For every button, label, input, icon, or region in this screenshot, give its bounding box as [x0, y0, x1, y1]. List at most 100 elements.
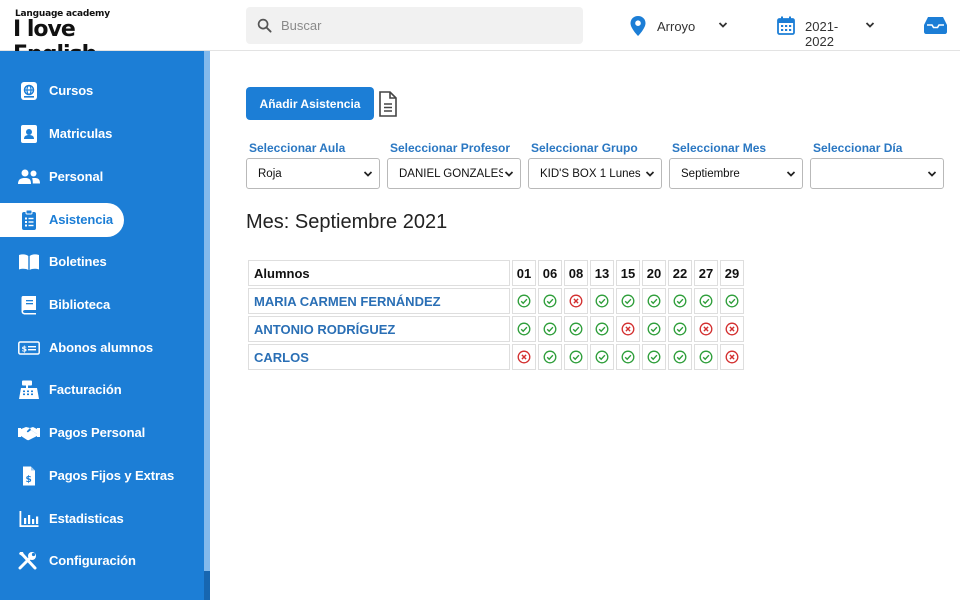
book-icon: [21, 296, 36, 315]
search-input[interactable]: Buscar: [246, 7, 583, 44]
sidebar-item-configuracion[interactable]: Configuración: [0, 544, 136, 578]
attendance-cell[interactable]: [564, 316, 588, 342]
attendance-cell[interactable]: [720, 288, 744, 314]
attendance-cell[interactable]: [564, 288, 588, 314]
users-icon: [18, 169, 40, 184]
filter-profesor: Seleccionar Profesor DANIEL GONZALES: [387, 141, 521, 189]
sidebar-item-label: Configuración: [49, 553, 136, 568]
x-circle-icon: [725, 350, 739, 364]
select-value: DANIEL GONZALES: [399, 168, 503, 180]
attendance-cell[interactable]: [720, 316, 744, 342]
sidebar-item-biblioteca[interactable]: Biblioteca: [0, 288, 124, 322]
filter-label: Seleccionar Día: [813, 141, 903, 155]
check-circle-icon: [621, 350, 635, 364]
students-column-header: Alumnos: [248, 260, 510, 286]
x-circle-icon: [725, 322, 739, 336]
sidebar-item-boletines[interactable]: Boletines: [0, 245, 124, 279]
attendance-cell[interactable]: [538, 344, 562, 370]
student-name-link[interactable]: CARLOS: [248, 344, 510, 370]
sidebar-item-cursos[interactable]: Cursos: [0, 74, 124, 108]
check-circle-icon: [699, 294, 713, 308]
filter-label: Seleccionar Mes: [672, 141, 767, 155]
attendance-cell[interactable]: [668, 344, 692, 370]
cash-register-icon: [19, 380, 39, 399]
attendance-cell[interactable]: [616, 316, 640, 342]
svg-text:$: $: [22, 345, 28, 354]
chevron-down-icon: [504, 171, 514, 177]
check-circle-icon: [569, 322, 583, 336]
bar-chart-icon: [19, 511, 39, 527]
check-circle-icon: [517, 322, 531, 336]
day-column-header: 27: [694, 260, 718, 286]
inbox-icon[interactable]: [924, 16, 947, 34]
aula-select[interactable]: Roja: [246, 158, 380, 189]
student-name-link[interactable]: ANTONIO RODRÍGUEZ: [248, 316, 510, 342]
student-name-link[interactable]: MARIA CARMEN FERNÁNDEZ: [248, 288, 510, 314]
chevron-down-icon: [786, 171, 796, 177]
mes-select[interactable]: Septiembre: [669, 158, 803, 189]
brand-logo[interactable]: Language academy I love English: [13, 9, 153, 67]
attendance-cell[interactable]: [694, 288, 718, 314]
sidebar-item-label: Estadisticas: [49, 511, 124, 526]
attendance-cell[interactable]: [512, 316, 536, 342]
sidebar-item-facturacion[interactable]: Facturación: [0, 373, 124, 407]
chevron-down-icon: [363, 171, 373, 177]
attendance-cell[interactable]: [694, 316, 718, 342]
attendance-cell[interactable]: [616, 288, 640, 314]
sidebar-item-pagos-personal[interactable]: Pagos Personal: [0, 416, 145, 450]
check-circle-icon: [543, 294, 557, 308]
sidebar-item-label: Biblioteca: [49, 297, 111, 312]
attendance-cell[interactable]: [616, 344, 640, 370]
svg-text:$: $: [26, 475, 32, 485]
table-body: MARIA CARMEN FERNÁNDEZ ANTONIO RODRÍGUEZ C…: [248, 288, 744, 370]
attendance-cell[interactable]: [564, 344, 588, 370]
table-row: MARIA CARMEN FERNÁNDEZ: [248, 288, 744, 314]
dia-select[interactable]: [810, 158, 944, 189]
sidebar-item-abonos-alumnos[interactable]: $ Abonos alumnos: [0, 331, 153, 365]
sidebar-item-estadisticas[interactable]: Estadisticas: [0, 502, 124, 536]
sidebar-item-pagos-fijos-extras[interactable]: $ Pagos Fijos y Extras: [0, 459, 174, 493]
table-row: ANTONIO RODRÍGUEZ: [248, 316, 744, 342]
sidebar-item-label: Asistencia: [49, 212, 114, 227]
check-circle-icon: [673, 322, 687, 336]
check-circle-icon: [543, 322, 557, 336]
attendance-cell[interactable]: [694, 344, 718, 370]
attendance-cell[interactable]: [720, 344, 744, 370]
sidebar-item-personal[interactable]: Personal: [0, 160, 124, 194]
attendance-table: Alumnos 01 06 08 13 15 20 22 27 29 MARIA CARMEN …: [246, 258, 746, 372]
profesor-select[interactable]: DANIEL GONZALES: [387, 158, 521, 189]
filter-aula: Seleccionar Aula Roja: [246, 141, 380, 189]
attendance-cell[interactable]: [538, 288, 562, 314]
attendance-cell[interactable]: [668, 316, 692, 342]
day-column-header: 29: [720, 260, 744, 286]
check-circle-icon: [595, 322, 609, 336]
attendance-cell[interactable]: [590, 288, 614, 314]
chevron-down-icon: [927, 171, 937, 177]
attendance-cell[interactable]: [512, 344, 536, 370]
select-value: Roja: [258, 168, 282, 180]
attendance-cell[interactable]: [642, 288, 666, 314]
check-circle-icon: [595, 350, 609, 364]
check-circle-icon: [647, 322, 661, 336]
attendance-cell[interactable]: [642, 316, 666, 342]
attendance-cell[interactable]: [538, 316, 562, 342]
attendance-cell[interactable]: [590, 344, 614, 370]
attendance-cell[interactable]: [590, 316, 614, 342]
document-icon[interactable]: [377, 91, 399, 117]
grupo-select[interactable]: KID'S BOX 1 Lunes: [528, 158, 662, 189]
sidebar-item-label: Pagos Personal: [49, 425, 146, 440]
attendance-cell[interactable]: [642, 344, 666, 370]
invoice-dollar-icon: $: [23, 466, 35, 486]
check-circle-icon: [647, 350, 661, 364]
add-attendance-button[interactable]: Añadir Asistencia: [246, 87, 374, 120]
chevron-down-icon: [865, 22, 875, 28]
map-marker-icon: [630, 16, 646, 36]
sidebar-item-matriculas[interactable]: Matriculas: [0, 117, 124, 151]
attendance-cell[interactable]: [512, 288, 536, 314]
sidebar-item-label: Abonos alumnos: [49, 340, 154, 355]
attendance-cell[interactable]: [668, 288, 692, 314]
check-circle-icon: [543, 350, 557, 364]
clipboard-list-icon: [22, 210, 36, 230]
sidebar-item-asistencia[interactable]: Asistencia: [0, 203, 124, 237]
select-value: KID'S BOX 1 Lunes: [540, 168, 641, 180]
